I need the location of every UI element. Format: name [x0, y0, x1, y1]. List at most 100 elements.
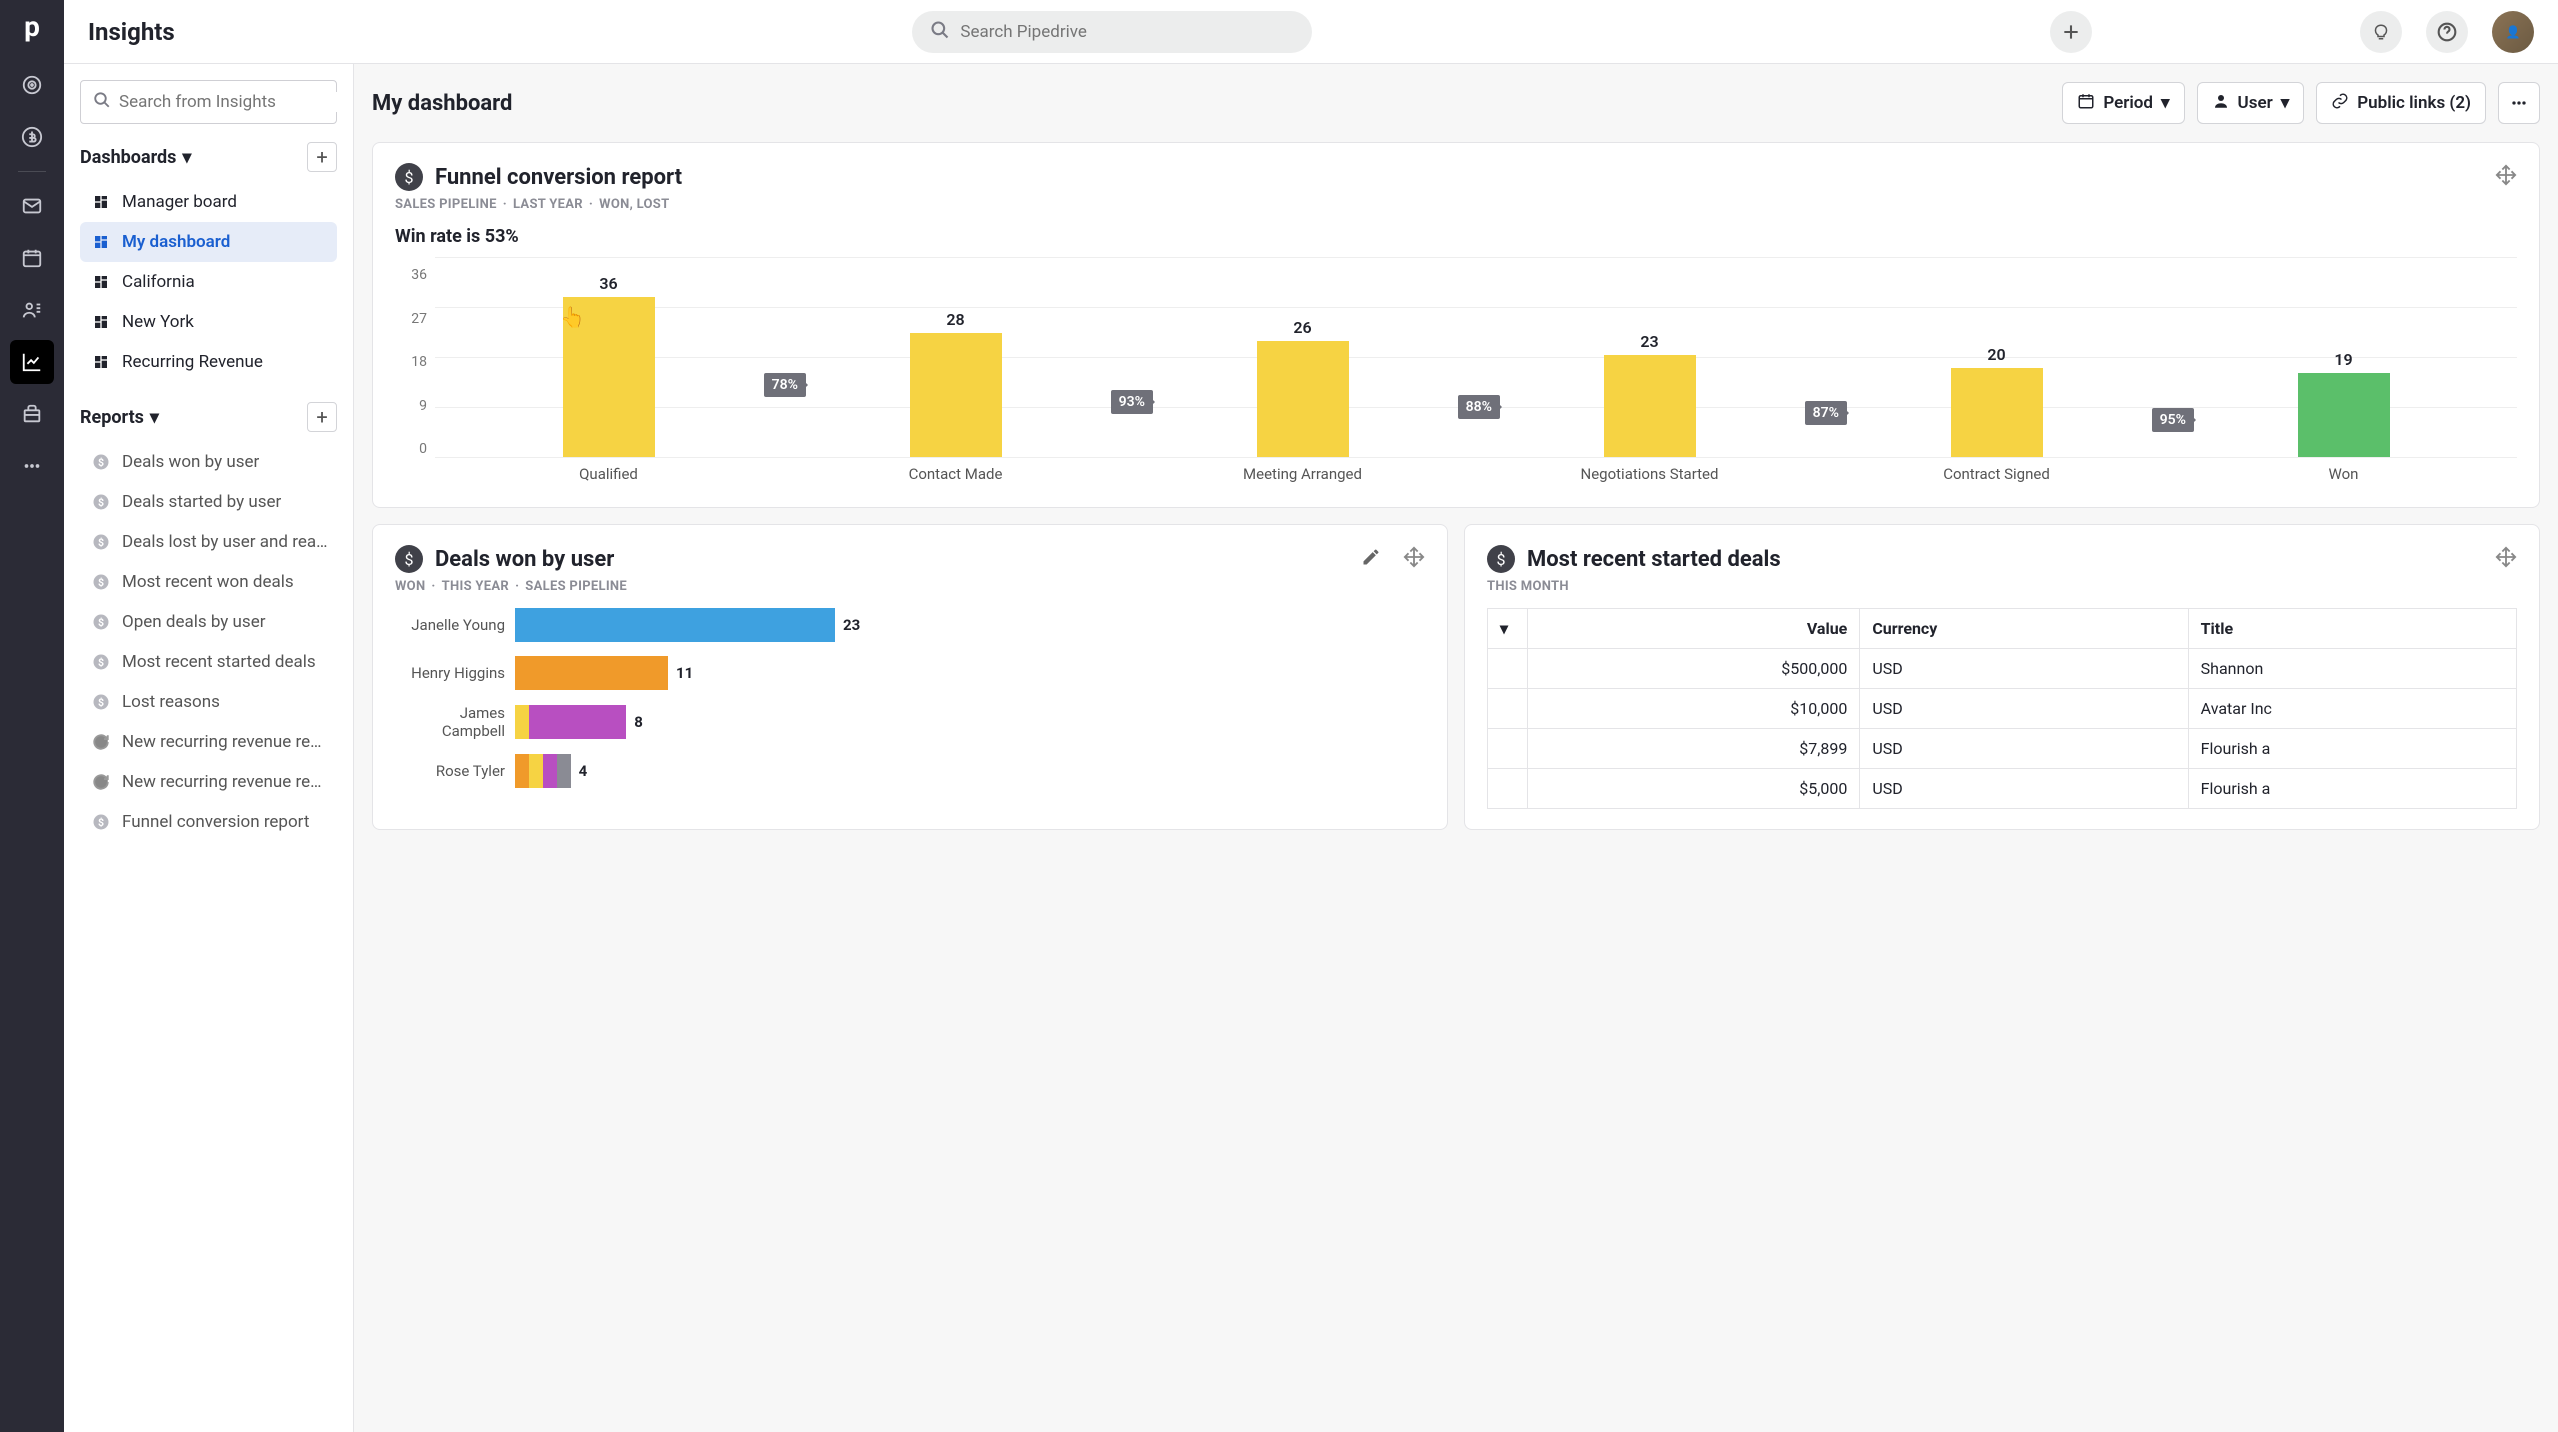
bar-value: 20	[1987, 345, 2005, 364]
svg-text:$: $	[98, 616, 104, 629]
user-name: Janelle Young	[395, 616, 505, 634]
user-bar-row[interactable]: Rose Tyler 4	[395, 754, 1425, 788]
bar-value: 4	[579, 762, 588, 780]
sidebar-item-label: California	[122, 272, 195, 292]
user-name: James Campbell	[395, 704, 505, 740]
deals-won-title: Deals won by user	[435, 547, 1349, 572]
public-links-button[interactable]: Public links (2)	[2316, 82, 2486, 124]
add-dashboard-button[interactable]: +	[307, 142, 337, 172]
funnel-bar[interactable]: 20Contract Signed95%	[1823, 345, 2170, 487]
chevron-down-icon: ▾	[150, 407, 159, 428]
table-row[interactable]: $500,000USDShannon	[1488, 649, 2517, 689]
user-name: Rose Tyler	[395, 762, 505, 780]
sidebar-report-item[interactable]: $ Funnel conversion report	[80, 802, 337, 842]
user-avatar[interactable]: 👤	[2492, 11, 2534, 53]
sidebar-report-item[interactable]: $ Deals lost by user and rea…	[80, 522, 337, 562]
tips-button[interactable]	[2360, 11, 2402, 53]
period-filter[interactable]: Period ▾	[2062, 82, 2184, 124]
sort-column[interactable]: ▾	[1488, 609, 1528, 649]
global-search[interactable]	[912, 11, 1312, 53]
nav-calendar-icon[interactable]	[10, 236, 54, 280]
nav-target-icon[interactable]	[10, 63, 54, 107]
funnel-bar[interactable]: 36Qualified78%	[435, 274, 782, 487]
deals-won-meta: WON·THIS YEAR·SALES PIPELINE	[395, 579, 1425, 594]
sidebar-item-label: New York	[122, 312, 194, 332]
dollar-icon: $	[92, 493, 110, 511]
edit-icon[interactable]	[1361, 547, 1381, 571]
user-bar-row[interactable]: James Campbell 8	[395, 704, 1425, 740]
funnel-bar[interactable]: 28Contact Made93%	[782, 310, 1129, 487]
sidebar-dashboard-item[interactable]: New York	[80, 302, 337, 342]
global-search-input[interactable]	[960, 22, 1294, 42]
table-header[interactable]: Title	[2188, 609, 2516, 649]
svg-text:$: $	[98, 496, 104, 509]
nav-deals-icon[interactable]	[10, 115, 54, 159]
sidebar-dashboard-item[interactable]: California	[80, 262, 337, 302]
sidebar-report-item[interactable]: $Lost reasons	[80, 682, 337, 722]
table-header[interactable]: Currency	[1860, 609, 2188, 649]
cell-currency: USD	[1860, 689, 2188, 729]
sidebar-report-item[interactable]: $Most recent started deals	[80, 642, 337, 682]
sidebar-item-label: Deals lost by user and rea…	[122, 532, 327, 552]
calendar-icon	[2077, 92, 2095, 115]
table-row[interactable]: $5,000USDFlourish a	[1488, 769, 2517, 809]
insights-search[interactable]	[80, 80, 337, 124]
help-button[interactable]	[2426, 11, 2468, 53]
nav-mail-icon[interactable]	[10, 184, 54, 228]
table-row[interactable]: $10,000USDAvatar Inc	[1488, 689, 2517, 729]
sidebar-item-label: Funnel conversion report	[122, 812, 309, 832]
svg-text:$: $	[98, 456, 104, 469]
sidebar-report-item[interactable]: $ Deals won by user	[80, 442, 337, 482]
dashboard-icon	[92, 353, 110, 371]
funnel-bar[interactable]: 23Negotiations Started87%	[1476, 332, 1823, 487]
add-button[interactable]	[2050, 11, 2092, 53]
search-icon	[930, 20, 950, 44]
user-filter[interactable]: User ▾	[2197, 82, 2305, 124]
add-report-button[interactable]: +	[307, 402, 337, 432]
bar-category: Contract Signed	[1943, 465, 2050, 487]
nav-more-icon[interactable]	[10, 444, 54, 488]
sidebar-report-item[interactable]: $ Most recent won deals	[80, 562, 337, 602]
funnel-bar[interactable]: 19Won	[2170, 350, 2517, 487]
reports-heading[interactable]: Reports ▾	[80, 407, 159, 428]
sidebar-dashboard-item[interactable]: Manager board	[80, 182, 337, 222]
cell-value: $500,000	[1528, 649, 1860, 689]
bar-category: Meeting Arranged	[1243, 465, 1362, 487]
nav-contacts-icon[interactable]	[10, 288, 54, 332]
drag-handle-icon[interactable]	[1403, 546, 1425, 572]
drag-handle-icon[interactable]	[2495, 164, 2517, 190]
more-actions-button[interactable]	[2498, 82, 2540, 124]
dollar-icon: $	[92, 573, 110, 591]
bar-value: 28	[946, 310, 964, 329]
dollar-icon: $	[92, 813, 110, 831]
nav-insights-icon[interactable]	[10, 340, 54, 384]
user-bar-row[interactable]: Henry Higgins11	[395, 656, 1425, 690]
funnel-bar[interactable]: 26Meeting Arranged88%	[1129, 318, 1476, 487]
sidebar-report-item[interactable]: New recurring revenue re…	[80, 722, 337, 762]
user-bar-row[interactable]: Janelle Young23	[395, 608, 1425, 642]
bar-value: 8	[634, 713, 643, 731]
dashboard-icon	[92, 273, 110, 291]
table-row[interactable]: $7,899USDFlourish a	[1488, 729, 2517, 769]
sidebar-item-label: Deals won by user	[122, 452, 259, 472]
sidebar-item-label: New recurring revenue re…	[122, 772, 321, 792]
bar-value: 19	[2334, 350, 2352, 369]
dashboards-heading[interactable]: Dashboards ▾	[80, 147, 191, 168]
sidebar-dashboard-item[interactable]: Recurring Revenue	[80, 342, 337, 382]
insights-search-input[interactable]	[119, 92, 341, 112]
cell-value: $5,000	[1528, 769, 1860, 809]
sidebar-report-item[interactable]: $Open deals by user	[80, 602, 337, 642]
sidebar-dashboard-item[interactable]: My dashboard	[80, 222, 337, 262]
svg-text:$: $	[98, 536, 104, 549]
sidebar-item-label: My dashboard	[122, 232, 230, 252]
sidebar-report-item[interactable]: $Deals started by user	[80, 482, 337, 522]
sidebar-item-label: Most recent won deals	[122, 572, 294, 592]
funnel-y-axis: 36271890	[395, 257, 435, 487]
funnel-title: Funnel conversion report	[435, 165, 2483, 190]
sidebar-report-item[interactable]: New recurring revenue re…	[80, 762, 337, 802]
drag-handle-icon[interactable]	[2495, 546, 2517, 572]
svg-text:$: $	[98, 696, 104, 709]
pipedrive-logo: p	[24, 10, 40, 43]
table-header[interactable]: Value	[1528, 609, 1860, 649]
nav-products-icon[interactable]	[10, 392, 54, 436]
